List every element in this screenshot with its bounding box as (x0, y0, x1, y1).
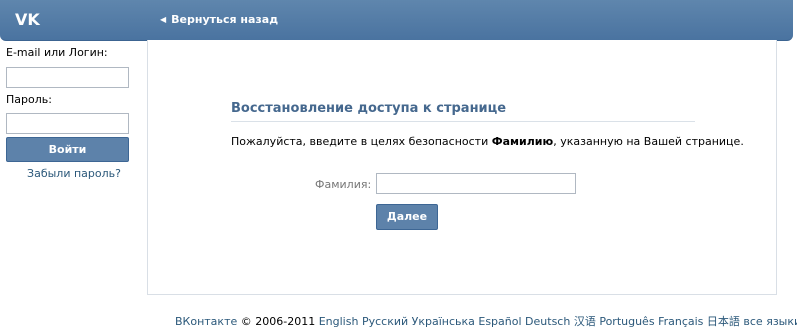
password-label: Пароль: (6, 93, 52, 106)
lang-link[interactable]: 日本語 (707, 315, 740, 328)
recovery-instructions: Пожалуйста, введите в целях безопасности… (231, 135, 744, 148)
surname-input[interactable] (376, 173, 576, 194)
lang-link[interactable]: Español (478, 315, 521, 328)
recovery-title: Восстановление доступа к странице (231, 101, 695, 122)
forgot-password-link[interactable]: Забыли пароль? (6, 167, 142, 180)
back-arrow-icon: ◀ (160, 15, 167, 24)
back-link[interactable]: ◀ Вернуться назад (160, 13, 278, 26)
surname-label: Фамилия: (315, 178, 372, 191)
password-input[interactable] (6, 113, 129, 134)
login-label: E-mail или Логин: (6, 46, 108, 59)
lang-link[interactable]: Deutsch (525, 315, 570, 328)
lang-link[interactable]: Русский (362, 315, 408, 328)
back-link-label: Вернуться назад (171, 13, 279, 26)
top-header-bar: VK ◀ Вернуться назад (0, 0, 793, 41)
lang-link[interactable]: Français (658, 315, 703, 328)
next-button[interactable]: Далее (376, 204, 438, 230)
lang-link[interactable]: 汉语 (574, 315, 596, 328)
lang-link[interactable]: Українська (412, 315, 475, 328)
lang-link[interactable]: Português (599, 315, 654, 328)
instructions-text-bold: Фамилию (491, 135, 554, 148)
instructions-text-after: , указанную на Вашей странице. (553, 135, 744, 148)
vk-logo[interactable]: VK (15, 10, 40, 29)
login-input[interactable] (6, 67, 129, 88)
instructions-text-before: Пожалуйста, введите в целях безопасности (231, 135, 492, 148)
lang-link[interactable]: English (319, 315, 359, 328)
recovery-panel: Восстановление доступа к странице Пожалу… (147, 40, 777, 295)
login-button[interactable]: Войти (6, 137, 129, 162)
footer: ВКонтакте © 2006-2011 English Русский Ук… (175, 313, 797, 329)
footer-site-link[interactable]: ВКонтакте (175, 315, 237, 328)
all-languages-link[interactable]: все языки » (743, 315, 797, 328)
footer-copyright: © 2006-2011 (240, 315, 316, 328)
